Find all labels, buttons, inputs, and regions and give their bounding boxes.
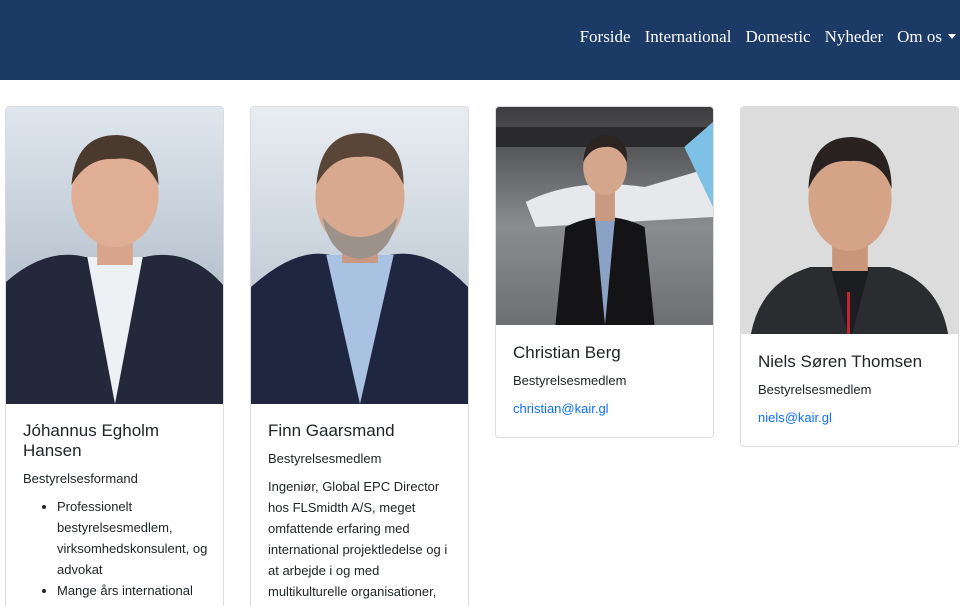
list-item: Professionelt bestyrelsesmedlem, virksom… [57,496,211,580]
member-email-link[interactable]: niels@kair.gl [758,410,946,425]
member-card-christian: Christian Berg Bestyrelsesmedlem christi… [495,106,714,438]
nav-item-om-os[interactable]: Om os [897,27,956,47]
member-card-finn: Finn Gaarsmand Bestyrelsesmedlem Ingeniø… [250,106,469,606]
member-photo [741,107,958,334]
list-item: Mange års international [57,580,211,601]
member-role: Bestyrelsesmedlem [268,451,382,466]
member-photo [6,107,223,404]
member-role: Bestyrelsesmedlem [513,373,627,388]
member-name: Finn Gaarsmand [268,421,395,440]
member-name: Christian Berg [513,343,621,362]
chevron-down-icon [948,34,956,39]
member-name: Niels Søren Thomsen [758,352,923,371]
member-name: Jóhannus Egholm Hansen [23,421,160,460]
member-photo [496,107,713,325]
member-email-link[interactable]: christian@kair.gl [513,401,701,416]
nav-menu: Forside International Domestic Nyheder O… [580,27,956,47]
member-description: Ingeniør, Global EPC Director hos FLSmid… [268,479,448,599]
member-role: Bestyrelsesformand [23,471,138,486]
nav-item-nyheder[interactable]: Nyheder [825,27,884,47]
nav-item-forside[interactable]: Forside [580,27,631,47]
nav-item-domestic[interactable]: Domestic [745,27,810,47]
member-bullet-list: Professionelt bestyrelsesmedlem, virksom… [23,496,211,601]
member-card-johannus: Jóhannus Egholm Hansen Bestyrelsesforman… [5,106,224,606]
nav-item-om-os-label: Om os [897,27,942,46]
nav-item-international[interactable]: International [645,27,732,47]
top-navbar: Forside International Domestic Nyheder O… [0,0,960,80]
member-card-niels: Niels Søren Thomsen Bestyrelsesmedlem ni… [740,106,959,447]
member-role: Bestyrelsesmedlem [758,382,872,397]
member-photo [251,107,468,404]
